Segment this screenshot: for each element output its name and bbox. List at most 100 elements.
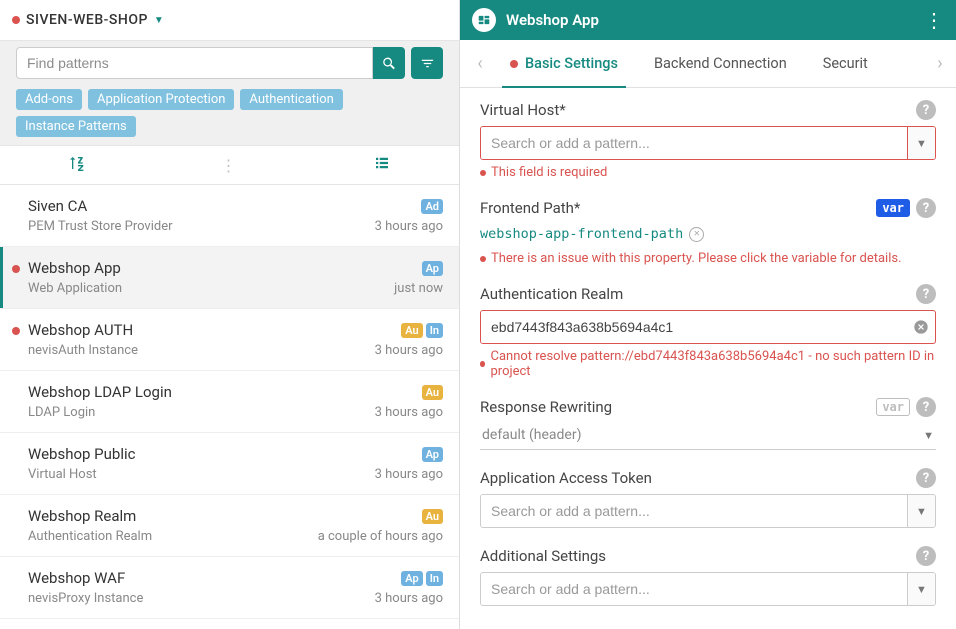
auth-realm-input[interactable] — [481, 311, 907, 343]
filter-button[interactable] — [411, 47, 443, 79]
access-token-combo[interactable]: ▼ — [480, 494, 936, 528]
type-badge: Ap — [422, 261, 443, 276]
badge-group: Ap — [422, 447, 443, 462]
virtual-host-input[interactable] — [481, 127, 907, 159]
tab-scroll-left[interactable]: ‹ — [468, 53, 492, 74]
virtual-host-combo[interactable]: ▼ — [480, 126, 936, 160]
pattern-subtype: PEM Trust Store Provider — [28, 219, 173, 234]
help-icon[interactable]: ? — [916, 198, 936, 218]
var-badge[interactable]: var — [876, 199, 910, 217]
tab-scroll-right[interactable]: › — [928, 53, 952, 74]
clear-icon[interactable] — [907, 311, 935, 343]
variable-link[interactable]: webshop-app-frontend-path ✕ — [480, 226, 704, 242]
field-error: There is an issue with this property. Pl… — [480, 251, 936, 266]
field-error: This field is required — [480, 165, 936, 180]
field-frontend-path: Frontend Path* var ? webshop-app-fronten… — [480, 198, 936, 266]
pattern-time: 3 hours ago — [375, 405, 443, 420]
chevron-down-icon[interactable]: ▼ — [907, 495, 935, 527]
field-label: Frontend Path* — [480, 199, 580, 217]
access-token-input[interactable] — [481, 495, 907, 527]
pattern-item[interactable]: Siven CA Ad PEM Trust Store Provider 3 hour… — [0, 185, 459, 247]
help-icon[interactable]: ? — [916, 284, 936, 304]
chevron-down-icon[interactable]: ▼ — [923, 429, 934, 442]
additional-combo[interactable]: ▼ — [480, 572, 936, 606]
list-view-icon[interactable] — [373, 154, 391, 176]
tab-security[interactable]: Securit — [805, 40, 886, 88]
field-response-rewriting: Response Rewriting var ? default (header… — [480, 397, 936, 450]
pattern-subtype: Virtual Host — [28, 467, 97, 482]
type-badge: Au — [422, 385, 443, 400]
field-label: Response Rewriting — [480, 398, 612, 416]
variable-name: webshop-app-frontend-path — [480, 226, 683, 242]
pattern-item[interactable]: Webshop LDAP LoginAuLDAP Login3 hours ag… — [0, 371, 459, 433]
type-badge: Ap — [422, 447, 443, 462]
filter-chips: Add-ons Application Protection Authenticat… — [0, 85, 459, 145]
badge-group: Ad — [421, 199, 443, 214]
type-badge: In — [426, 323, 443, 338]
tab-error-dot — [510, 60, 518, 68]
error-dot — [12, 327, 20, 335]
pattern-item[interactable]: Webshop PublicApVirtual Host3 hours ago — [0, 433, 459, 495]
help-icon[interactable]: ? — [916, 100, 936, 120]
pattern-subtype: nevisAuth Instance — [28, 343, 138, 358]
tab-backend-connection[interactable]: Backend Connection — [636, 40, 805, 88]
filter-chip[interactable]: Authentication — [240, 89, 342, 110]
remove-variable-icon[interactable]: ✕ — [689, 227, 704, 242]
pattern-item[interactable]: Webshop AppApWeb Applicationjust now — [0, 247, 459, 309]
select-value: default (header) — [482, 427, 581, 443]
left-panel: SIVEN-WEB-SHOP ▼ Add-ons Application Prot… — [0, 0, 460, 629]
help-icon[interactable]: ? — [916, 546, 936, 566]
badge-group: Ap — [422, 261, 443, 276]
pattern-name: Siven CA — [28, 197, 87, 215]
help-icon[interactable]: ? — [916, 468, 936, 488]
search-input[interactable] — [16, 47, 373, 79]
field-additional-settings: Additional Settings ? ▼ — [480, 546, 936, 606]
badge-group: Au — [422, 385, 443, 400]
pattern-time: 3 hours ago — [375, 467, 443, 482]
search-row — [0, 40, 459, 85]
chevron-down-icon[interactable]: ▼ — [154, 15, 164, 26]
project-header[interactable]: SIVEN-WEB-SHOP ▼ — [0, 0, 459, 40]
help-icon[interactable]: ? — [916, 397, 936, 417]
filter-chip[interactable]: Instance Patterns — [16, 116, 136, 137]
pattern-time: 3 hours ago — [375, 591, 443, 606]
detail-title: Webshop App — [506, 11, 599, 29]
search-icon — [382, 56, 397, 71]
field-virtual-host: Virtual Host* ? ▼ This field is required — [480, 100, 936, 180]
pattern-item[interactable]: Webshop AUTHAuInnevisAuth Instance3 hour… — [0, 309, 459, 371]
pattern-time: just now — [394, 281, 443, 296]
more-vert-icon[interactable]: ⋮ — [220, 156, 236, 175]
pattern-item[interactable]: Webshop WAFApInnevisProxy Instance3 hour… — [0, 557, 459, 619]
app-icon — [472, 8, 496, 32]
more-vert-icon[interactable]: ⋮ — [924, 10, 944, 30]
pattern-time: a couple of hours ago — [318, 529, 443, 544]
field-label: Additional Settings — [480, 547, 606, 565]
chevron-down-icon[interactable]: ▼ — [907, 127, 935, 159]
pattern-subtype: LDAP Login — [28, 405, 95, 420]
badge-group: Au — [422, 509, 443, 524]
tab-bar: ‹ Basic Settings Backend Connection Secu… — [460, 40, 956, 88]
auth-realm-combo[interactable] — [480, 310, 936, 344]
filter-icon — [420, 56, 435, 71]
field-access-token: Application Access Token ? ▼ — [480, 468, 936, 528]
type-badge: Au — [401, 323, 422, 338]
var-badge[interactable]: var — [876, 398, 910, 416]
filter-chip[interactable]: Application Protection — [88, 89, 234, 110]
pattern-subtype: nevisProxy Instance — [28, 591, 143, 606]
pattern-item[interactable]: Webshop RealmAuAuthentication Realma cou… — [0, 495, 459, 557]
pattern-name: Webshop AUTH — [28, 321, 133, 339]
field-label: Virtual Host* — [480, 101, 566, 119]
pattern-time: 3 hours ago — [375, 219, 443, 234]
field-label: Authentication Realm — [480, 285, 623, 303]
pattern-subtype: Authentication Realm — [28, 529, 152, 544]
chevron-down-icon[interactable]: ▼ — [907, 573, 935, 605]
tab-basic-settings[interactable]: Basic Settings — [492, 40, 636, 88]
response-rewriting-select[interactable]: default (header) ▼ — [480, 423, 936, 450]
search-button[interactable] — [373, 47, 405, 79]
sort-az-icon[interactable] — [68, 155, 84, 175]
pattern-name: Webshop WAF — [28, 569, 125, 587]
filter-chip[interactable]: Add-ons — [16, 89, 82, 110]
right-panel: Webshop App ⋮ ‹ Basic Settings Backend C… — [460, 0, 956, 629]
field-auth-realm: Authentication Realm ? Cannot resolve pa… — [480, 284, 936, 379]
additional-input[interactable] — [481, 573, 907, 605]
